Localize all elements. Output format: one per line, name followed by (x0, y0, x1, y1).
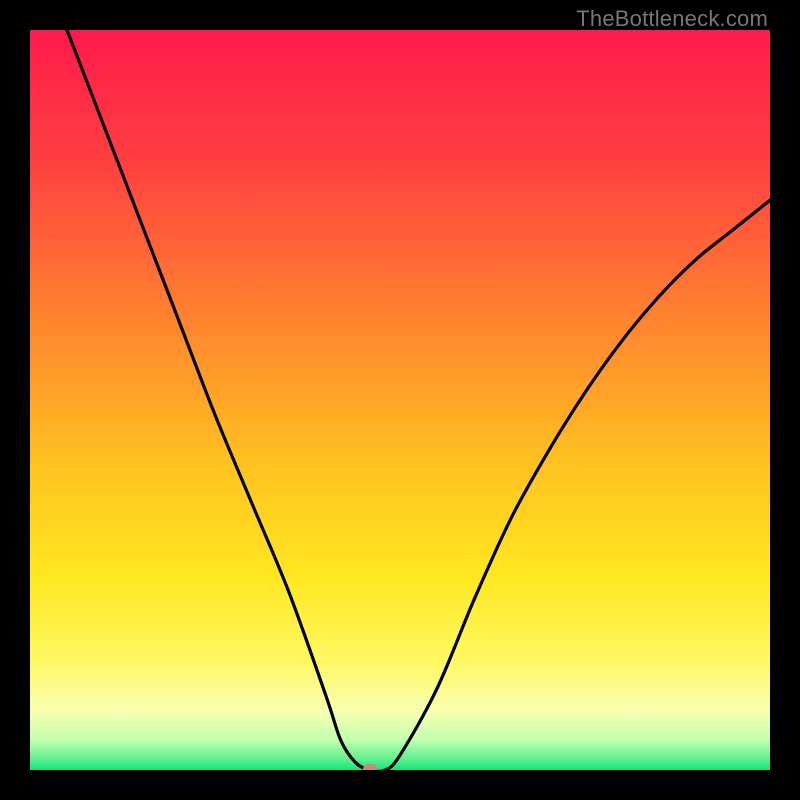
plot-area (30, 30, 770, 770)
watermark-label: TheBottleneck.com (576, 6, 768, 32)
chart-frame: TheBottleneck.com (0, 0, 800, 800)
bottleneck-curve (30, 30, 770, 770)
optimal-marker (363, 764, 377, 770)
